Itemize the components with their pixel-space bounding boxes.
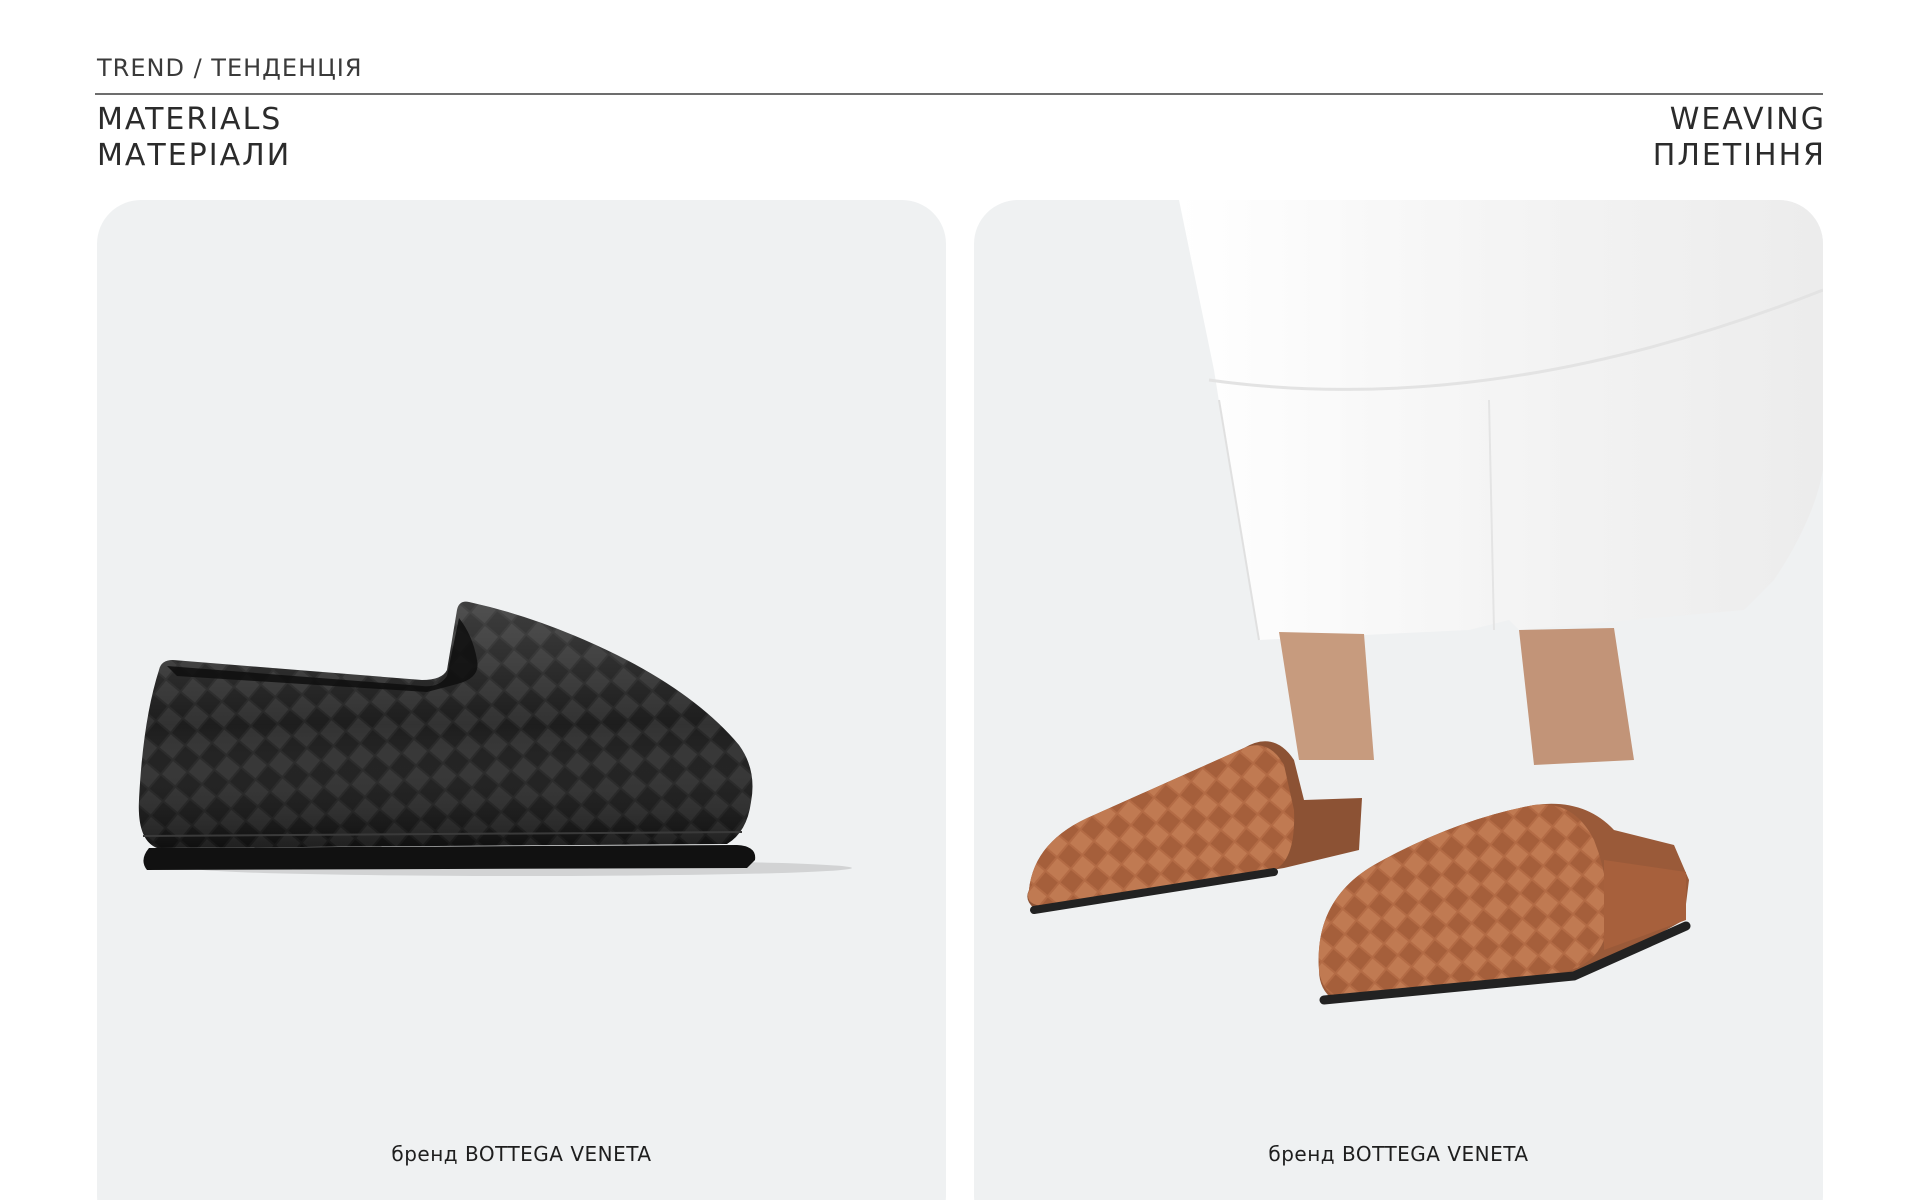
title-line-ua: ПЛЕТІННЯ	[1652, 138, 1826, 173]
lookbook-page: TREND / ТЕНДЕНЦІЯ MATERIALS МАТЕРІАЛИ WE…	[0, 0, 1920, 1200]
woven-clog-image	[1027, 200, 1823, 1005]
product-card-clog[interactable]: бренд BOTTEGA VENETA	[974, 200, 1823, 1200]
header-divider	[95, 93, 1823, 95]
breadcrumb: TREND / ТЕНДЕНЦІЯ	[97, 54, 363, 82]
section-title-materials: MATERIALS МАТЕРІАЛИ	[97, 102, 291, 174]
product-caption: бренд BOTTEGA VENETA	[391, 1142, 652, 1166]
woven-loafer-image	[138, 601, 852, 876]
title-line-en: MATERIALS	[97, 102, 283, 137]
title-line-ua: МАТЕРІАЛИ	[97, 138, 292, 173]
section-title-weaving: WEAVING ПЛЕТІННЯ	[1653, 102, 1826, 174]
product-card-loafer[interactable]: бренд BOTTEGA VENETA	[97, 200, 946, 1200]
product-caption: бренд BOTTEGA VENETA	[1268, 1142, 1529, 1166]
title-line-en: WEAVING	[1669, 102, 1826, 137]
